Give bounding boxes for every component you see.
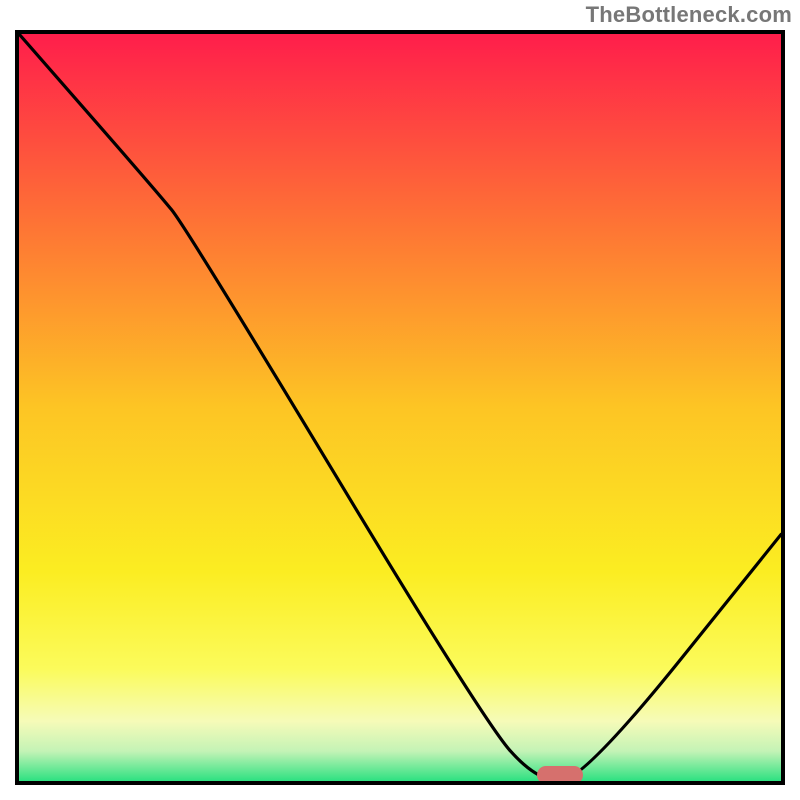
chart-container: TheBottleneck.com — [0, 0, 800, 800]
bottleneck-curve — [19, 34, 781, 781]
watermark-text: TheBottleneck.com — [586, 2, 792, 28]
optimal-marker — [537, 766, 583, 784]
plot-frame — [15, 30, 785, 785]
